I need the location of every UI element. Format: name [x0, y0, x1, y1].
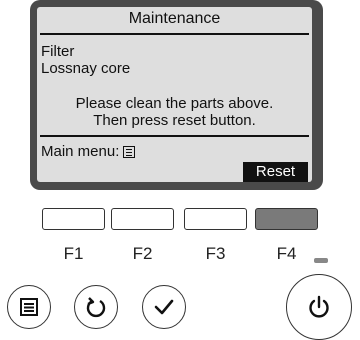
maintenance-item-lossnay-core: Lossnay core — [41, 60, 131, 77]
power-button[interactable] — [286, 274, 352, 340]
menu-button[interactable] — [7, 285, 51, 329]
f2-button[interactable] — [111, 208, 174, 230]
confirm-button[interactable] — [142, 285, 186, 329]
maintenance-item-filter: Filter — [41, 43, 75, 60]
f4-button[interactable] — [255, 208, 318, 230]
instruction-line-2: Then press reset button. — [93, 112, 256, 129]
screen-title: Maintenance — [128, 10, 221, 27]
f3-label: F3 — [205, 244, 226, 263]
return-icon — [86, 297, 106, 318]
f1-label: F1 — [63, 244, 84, 263]
lcd-screen: Maintenance Filter Lossnay core Please c… — [37, 7, 312, 182]
checkmark-icon — [154, 299, 174, 315]
f4-label: F4 — [276, 244, 297, 263]
main-menu-hint: Main menu: — [41, 143, 136, 160]
f2-label: F2 — [132, 244, 153, 263]
instruction-line-1: Please clean the parts above. — [75, 95, 274, 112]
main-menu-label: Main menu: — [41, 143, 120, 160]
footer-divider — [40, 135, 309, 137]
menu-icon — [123, 145, 136, 158]
reset-softkey-label: Reset — [243, 162, 308, 182]
f1-button[interactable] — [42, 208, 105, 230]
f3-button[interactable] — [184, 208, 247, 230]
power-icon — [309, 295, 329, 318]
operation-led — [314, 258, 328, 263]
menu-icon — [20, 298, 38, 316]
title-divider — [40, 33, 309, 35]
return-button[interactable] — [74, 285, 118, 329]
